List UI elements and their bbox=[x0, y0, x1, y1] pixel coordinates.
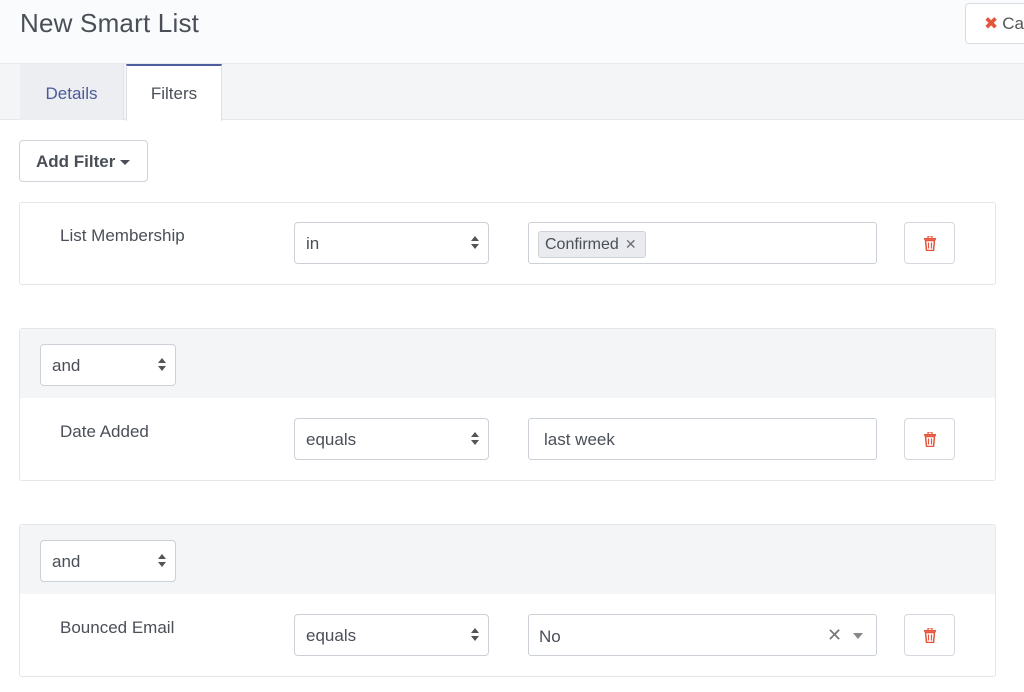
add-filter-button[interactable]: Add Filter bbox=[19, 140, 148, 182]
filter-value-input[interactable]: last week bbox=[528, 418, 877, 460]
value-chip: Confirmed ✕ bbox=[538, 231, 646, 258]
filter-field-label: List Membership bbox=[60, 226, 185, 245]
cancel-button-label: Ca bbox=[1002, 14, 1024, 33]
tab-filters[interactable]: Filters bbox=[126, 64, 222, 121]
tab-bar: Details Filters bbox=[0, 64, 1024, 121]
remove-chip-icon[interactable]: ✕ bbox=[625, 236, 637, 252]
operator-value: equals bbox=[306, 430, 357, 449]
clear-icon[interactable]: ✕ bbox=[827, 625, 842, 646]
filter-row: and Bounced Email equals No ✕ bbox=[19, 524, 996, 677]
select-arrows-icon bbox=[471, 235, 479, 251]
tab-details[interactable]: Details bbox=[20, 64, 124, 120]
select-arrows-icon bbox=[158, 553, 166, 569]
caret-down-icon bbox=[120, 160, 131, 166]
operator-select[interactable]: in bbox=[294, 222, 489, 264]
glue-select[interactable]: and bbox=[40, 344, 176, 386]
select-arrows-icon bbox=[471, 627, 479, 643]
glue-value: and bbox=[52, 552, 81, 571]
operator-select[interactable]: equals bbox=[294, 614, 489, 656]
glue-select[interactable]: and bbox=[40, 540, 176, 582]
add-filter-label: Add Filter bbox=[36, 152, 116, 171]
page-title: New Smart List bbox=[20, 8, 200, 38]
trash-icon bbox=[924, 432, 936, 447]
glue-value: and bbox=[52, 356, 81, 375]
filter-field-label: Bounced Email bbox=[60, 618, 175, 637]
select-arrows-icon bbox=[158, 357, 166, 373]
filter-field-label: Date Added bbox=[60, 422, 149, 441]
filter-row: List Membership in Confirmed ✕ bbox=[19, 202, 996, 285]
select-arrows-icon bbox=[471, 431, 479, 447]
delete-filter-button[interactable] bbox=[904, 418, 955, 460]
trash-icon bbox=[924, 628, 936, 643]
filter-value-text: last week bbox=[544, 430, 615, 449]
trash-icon bbox=[924, 236, 936, 251]
combo-value: No bbox=[539, 627, 561, 646]
operator-value: equals bbox=[306, 626, 357, 645]
delete-filter-button[interactable] bbox=[904, 614, 955, 656]
delete-filter-button[interactable] bbox=[904, 222, 955, 264]
operator-value: in bbox=[306, 234, 320, 253]
filter-row: and Date Added equals last week bbox=[19, 328, 996, 481]
page-header: New Smart List ✖ Ca bbox=[0, 0, 1024, 64]
operator-select[interactable]: equals bbox=[294, 418, 489, 460]
filter-value-chips[interactable]: Confirmed ✕ bbox=[528, 222, 877, 264]
close-icon: ✖ bbox=[984, 14, 999, 33]
chevron-down-icon[interactable] bbox=[853, 633, 863, 639]
chip-label: Confirmed bbox=[545, 236, 619, 253]
cancel-button[interactable]: ✖ Ca bbox=[965, 3, 1024, 44]
filter-value-combo[interactable]: No ✕ bbox=[528, 614, 877, 656]
